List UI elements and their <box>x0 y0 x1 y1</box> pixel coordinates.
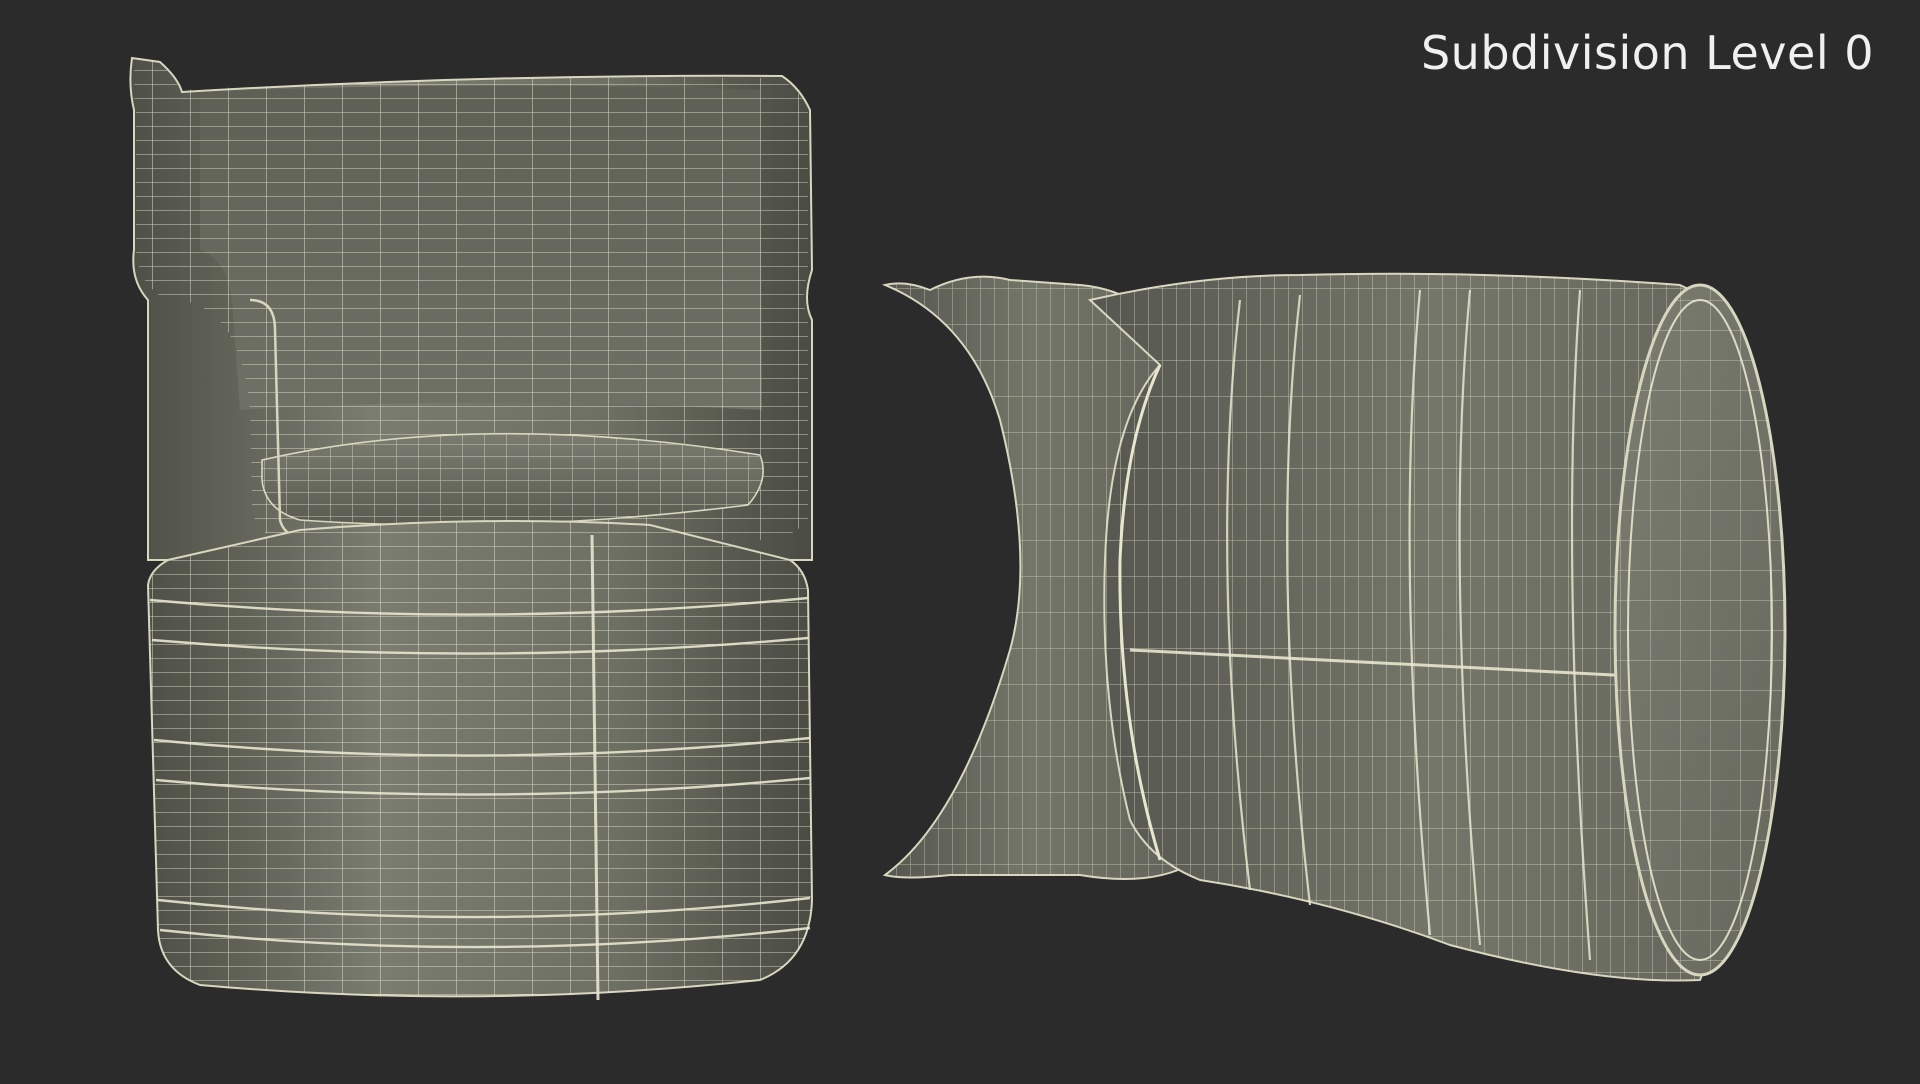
viewport <box>0 0 1920 1080</box>
barrel-chair-top-view <box>881 272 1787 982</box>
subdivision-level-caption: Subdivision Level 0 <box>1420 26 1874 80</box>
barrel-chair-front-view <box>129 56 814 1001</box>
